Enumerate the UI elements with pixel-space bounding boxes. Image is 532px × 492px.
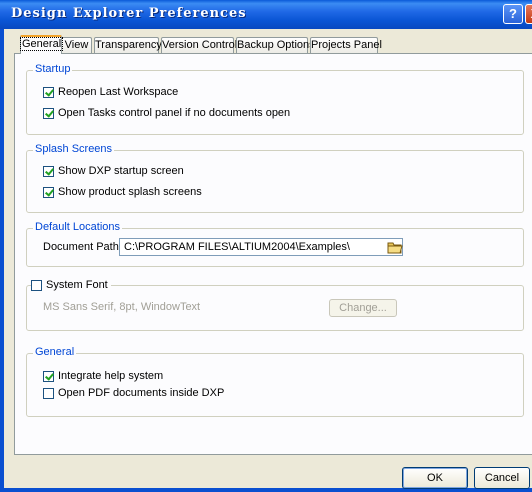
tab-transparency-label: Transparency <box>95 39 162 51</box>
open-pdf-inside-label: Open PDF documents inside DXP <box>58 387 225 399</box>
show-dxp-startup-label: Show DXP startup screen <box>58 165 184 177</box>
default-locations-group: Default Locations Document Path C:\PROGR… <box>26 221 524 267</box>
preferences-window: Design Explorer Preferences ? X General … <box>0 0 532 492</box>
splash-screens-group: Splash Screens Show DXP startup screen S… <box>26 143 524 213</box>
tab-general-label: General <box>19 37 64 51</box>
system-font-label: System Font <box>46 279 108 291</box>
default-locations-group-title: Default Locations <box>33 221 122 233</box>
tab-backup-options[interactable]: Backup Options <box>236 37 315 53</box>
document-path-label: Document Path <box>43 241 119 253</box>
checkbox-checked-icon <box>43 370 54 382</box>
checkbox-checked-icon <box>43 107 54 119</box>
system-font-group: System Font MS Sans Serif, 8pt, WindowTe… <box>26 279 524 331</box>
browse-folder-icon[interactable] <box>387 240 403 254</box>
system-font-checkbox[interactable]: System Font <box>31 279 111 291</box>
show-product-splash-checkbox[interactable]: Show product splash screens <box>43 186 202 198</box>
open-pdf-inside-checkbox[interactable]: Open PDF documents inside DXP <box>43 387 224 399</box>
general-tab-panel: Startup Reopen Last Workspace Open Tasks… <box>14 53 532 455</box>
tab-general[interactable]: General <box>19 35 64 54</box>
tab-view-label: View <box>64 39 89 51</box>
window-frame-left <box>0 29 4 492</box>
tab-version-control-label: Version Control <box>162 39 238 51</box>
tab-version-control[interactable]: Version Control <box>161 37 238 53</box>
show-product-splash-label: Show product splash screens <box>58 186 202 198</box>
startup-group-title: Startup <box>33 63 73 75</box>
reopen-last-workspace-checkbox[interactable]: Reopen Last Workspace <box>43 86 178 98</box>
change-font-button[interactable]: Change... <box>329 299 397 317</box>
cancel-button[interactable]: Cancel <box>474 467 530 489</box>
help-button[interactable]: ? <box>503 4 523 24</box>
document-path-input[interactable]: C:\PROGRAM FILES\ALTIUM2004\Examples\ <box>119 238 403 256</box>
startup-group: Startup Reopen Last Workspace Open Tasks… <box>26 63 524 135</box>
open-tasks-panel-label: Open Tasks control panel if no documents… <box>58 107 291 119</box>
tab-projects-panel-label: Projects Panel <box>311 39 382 51</box>
general-options-group: General Integrate help system Open PDF d… <box>26 346 524 417</box>
tab-projects-panel[interactable]: Projects Panel <box>310 37 382 53</box>
checkbox-checked-icon <box>43 86 54 98</box>
show-dxp-startup-checkbox[interactable]: Show DXP startup screen <box>43 165 184 177</box>
integrate-help-label: Integrate help system <box>58 370 164 382</box>
system-font-description: MS Sans Serif, 8pt, WindowText <box>43 301 201 313</box>
tab-backup-options-label: Backup Options <box>237 39 315 51</box>
splash-screens-group-title: Splash Screens <box>33 143 115 155</box>
checkbox-unchecked-icon <box>43 387 54 399</box>
tab-view[interactable]: View <box>61 37 92 53</box>
ok-button[interactable]: OK <box>402 467 468 489</box>
checkbox-checked-icon <box>43 165 54 177</box>
general-options-group-title: General <box>33 346 77 358</box>
title-bar[interactable]: Design Explorer Preferences ? X <box>0 0 532 29</box>
reopen-last-workspace-label: Reopen Last Workspace <box>58 86 179 98</box>
checkbox-unchecked-icon <box>31 279 42 291</box>
integrate-help-checkbox[interactable]: Integrate help system <box>43 370 163 382</box>
open-tasks-panel-checkbox[interactable]: Open Tasks control panel if no documents… <box>43 107 290 119</box>
checkbox-checked-icon <box>43 186 54 198</box>
close-button[interactable]: X <box>525 4 532 24</box>
window-title: Design Explorer Preferences <box>11 6 247 21</box>
tab-transparency[interactable]: Transparency <box>94 37 162 53</box>
